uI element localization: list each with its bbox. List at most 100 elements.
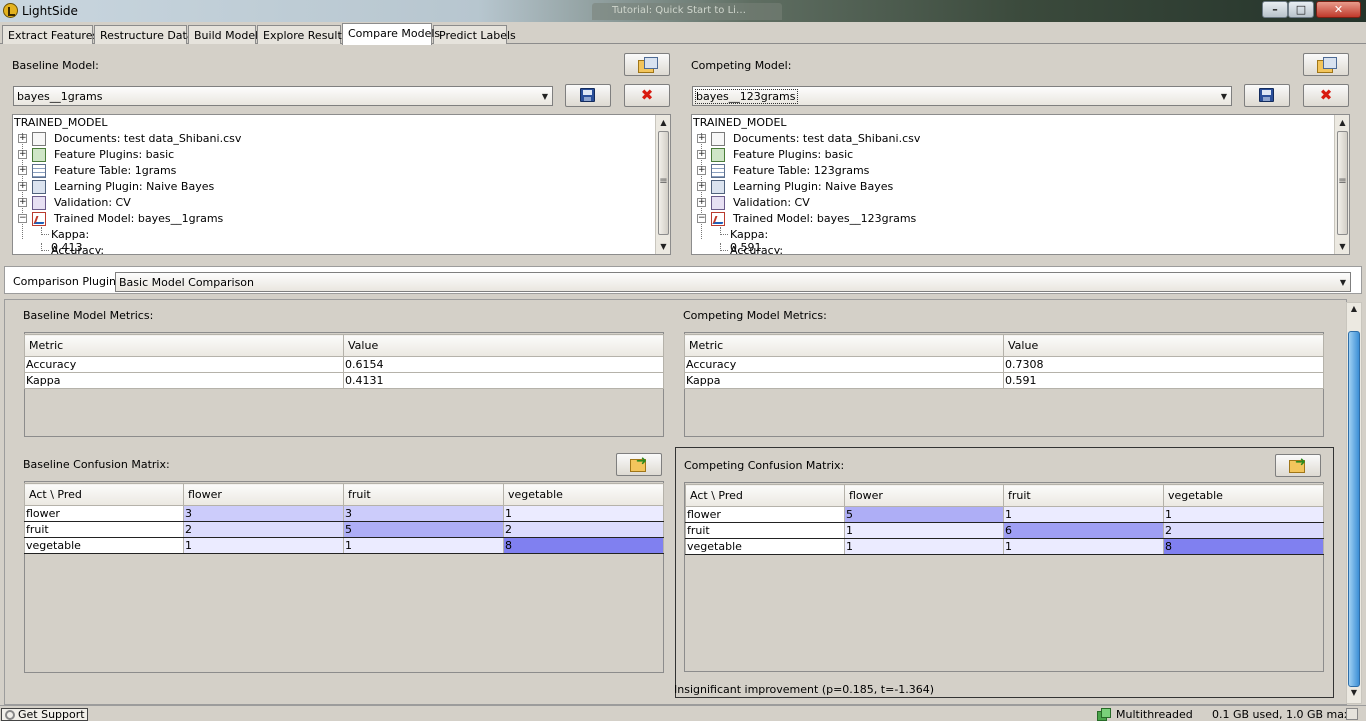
table-row[interactable]: fruit 1 6 2	[685, 522, 1324, 539]
matrix-cell[interactable]: 1	[1163, 506, 1324, 523]
expand-icon[interactable]: +	[697, 166, 706, 175]
row-label[interactable]: vegetable	[24, 537, 184, 554]
column-header[interactable]: Metric	[684, 334, 1004, 357]
column-header[interactable]: Act \ Pred	[24, 483, 184, 506]
competing-model-tree[interactable]: TRAINED_MODEL + Documents: test data_Shib…	[691, 114, 1350, 255]
column-header[interactable]: Value	[1003, 334, 1324, 357]
resize-grip-icon[interactable]	[1346, 708, 1358, 720]
baseline-remove-button[interactable]: ✖	[624, 84, 670, 107]
tab-predict-labels[interactable]: Predict Labels	[433, 25, 516, 44]
scroll-up-icon[interactable]: ▲	[1347, 304, 1361, 318]
matrix-cell[interactable]: 5	[844, 506, 1004, 523]
table-cell[interactable]: 0.591	[1003, 372, 1324, 389]
expand-icon[interactable]: +	[697, 134, 706, 143]
table-row[interactable]: flower 5 1 1	[685, 506, 1324, 523]
baseline-export-button[interactable]	[616, 453, 662, 476]
tab-build-models[interactable]: Build Models	[188, 25, 264, 44]
scroll-up-icon[interactable]: ▲	[656, 115, 670, 130]
competing-confusion-table[interactable]: Act \ Pred flower fruit vegetable flower…	[685, 484, 1324, 555]
expand-icon[interactable]: +	[697, 150, 706, 159]
row-label[interactable]: flower	[24, 505, 184, 522]
expand-icon[interactable]: +	[18, 166, 27, 175]
expand-icon[interactable]: +	[18, 134, 27, 143]
expand-icon[interactable]: +	[697, 198, 706, 207]
expand-icon[interactable]: +	[18, 150, 27, 159]
expand-icon[interactable]: +	[697, 182, 706, 191]
table-row[interactable]: fruit 2 5 2	[24, 521, 664, 538]
row-label[interactable]: fruit	[685, 522, 845, 539]
matrix-cell[interactable]: 3	[183, 505, 344, 522]
baseline-tree-scrollbar[interactable]: ▲ ▼	[655, 115, 670, 254]
matrix-cell[interactable]: 6	[1003, 522, 1164, 539]
table-row[interactable]: Accuracy 0.6154	[24, 356, 664, 373]
competing-remove-button[interactable]: ✖	[1303, 84, 1349, 107]
matrix-cell[interactable]: 2	[503, 521, 664, 538]
tab-explore-results[interactable]: Explore Results	[257, 25, 348, 44]
table-cell[interactable]: 0.7308	[1003, 356, 1324, 373]
matrix-cell[interactable]: 1	[844, 522, 1004, 539]
table-cell[interactable]: 0.4131	[343, 372, 664, 389]
close-window-button[interactable]: ✕	[1316, 1, 1361, 18]
matrix-cell[interactable]: 1	[1003, 506, 1164, 523]
table-row[interactable]: Kappa 0.4131	[24, 372, 664, 389]
matrix-cell[interactable]: 8	[1163, 538, 1324, 555]
competing-export-button[interactable]	[1275, 454, 1321, 477]
table-cell[interactable]: 0.6154	[343, 356, 664, 373]
get-support-button[interactable]: Get Support	[1, 708, 88, 721]
results-scrollbar[interactable]: ▲ ▼	[1346, 302, 1362, 704]
tab-compare-models[interactable]: Compare Models	[342, 23, 440, 45]
matrix-cell[interactable]: 5	[343, 521, 504, 538]
scroll-thumb[interactable]	[1348, 331, 1360, 687]
matrix-cell[interactable]: 1	[343, 537, 504, 554]
maximize-button[interactable]: □	[1288, 1, 1314, 18]
competing-save-button[interactable]	[1244, 84, 1290, 107]
comparison-plugin-select[interactable]: Basic Model Comparison ▼	[115, 272, 1351, 292]
table-row[interactable]: vegetable 1 1 8	[685, 538, 1324, 555]
competing-model-select[interactable]: bayes__123grams ▼	[692, 86, 1232, 106]
baseline-model-select[interactable]: bayes__1grams ▼	[13, 86, 553, 106]
competing-tree-scrollbar[interactable]: ▲ ▼	[1334, 115, 1349, 254]
minimize-button[interactable]: –	[1262, 1, 1288, 18]
column-header[interactable]: vegetable	[503, 483, 664, 506]
row-label[interactable]: fruit	[24, 521, 184, 538]
baseline-model-tree[interactable]: TRAINED_MODEL + Documents: test data_Shib…	[12, 114, 671, 255]
scroll-down-icon[interactable]: ▼	[656, 239, 670, 254]
table-cell[interactable]: Accuracy	[24, 356, 344, 373]
matrix-cell[interactable]: 3	[343, 505, 504, 522]
matrix-cell[interactable]: 2	[1163, 522, 1324, 539]
matrix-cell[interactable]: 2	[183, 521, 344, 538]
scroll-up-icon[interactable]: ▲	[1335, 115, 1349, 130]
column-header[interactable]: Value	[343, 334, 664, 357]
competing-load-button[interactable]	[1303, 53, 1349, 76]
baseline-load-button[interactable]	[624, 53, 670, 76]
baseline-confusion-table[interactable]: Act \ Pred flower fruit vegetable flower…	[24, 483, 664, 554]
matrix-cell[interactable]: 1	[844, 538, 1004, 555]
collapse-icon[interactable]: −	[697, 214, 706, 223]
scroll-down-icon[interactable]: ▼	[1347, 688, 1361, 702]
table-row[interactable]: Accuracy 0.7308	[684, 356, 1324, 373]
column-header[interactable]: fruit	[1003, 484, 1164, 507]
matrix-cell[interactable]: 8	[503, 537, 664, 554]
tab-restructure-data[interactable]: Restructure Data	[94, 25, 194, 44]
table-row[interactable]: flower 3 3 1	[24, 505, 664, 522]
baseline-metrics-table[interactable]: Metric Value Accuracy 0.6154 Kappa 0.4131	[24, 334, 664, 389]
row-label[interactable]: vegetable	[685, 538, 845, 555]
scroll-down-icon[interactable]: ▼	[1335, 239, 1349, 254]
column-header[interactable]: vegetable	[1163, 484, 1324, 507]
scroll-thumb[interactable]	[1337, 131, 1348, 235]
row-label[interactable]: flower	[685, 506, 845, 523]
table-cell[interactable]: Kappa	[684, 372, 1004, 389]
column-header[interactable]: fruit	[343, 483, 504, 506]
table-cell[interactable]: Kappa	[24, 372, 344, 389]
matrix-cell[interactable]: 1	[183, 537, 344, 554]
column-header[interactable]: flower	[844, 484, 1004, 507]
competing-metrics-table[interactable]: Metric Value Accuracy 0.7308 Kappa 0.591	[684, 334, 1324, 389]
matrix-cell[interactable]: 1	[503, 505, 664, 522]
table-row[interactable]: vegetable 1 1 8	[24, 537, 664, 554]
column-header[interactable]: Act \ Pred	[685, 484, 845, 507]
tab-extract-features[interactable]: Extract Features	[2, 25, 98, 44]
collapse-icon[interactable]: −	[18, 214, 27, 223]
column-header[interactable]: flower	[183, 483, 344, 506]
column-header[interactable]: Metric	[24, 334, 344, 357]
baseline-save-button[interactable]	[565, 84, 611, 107]
